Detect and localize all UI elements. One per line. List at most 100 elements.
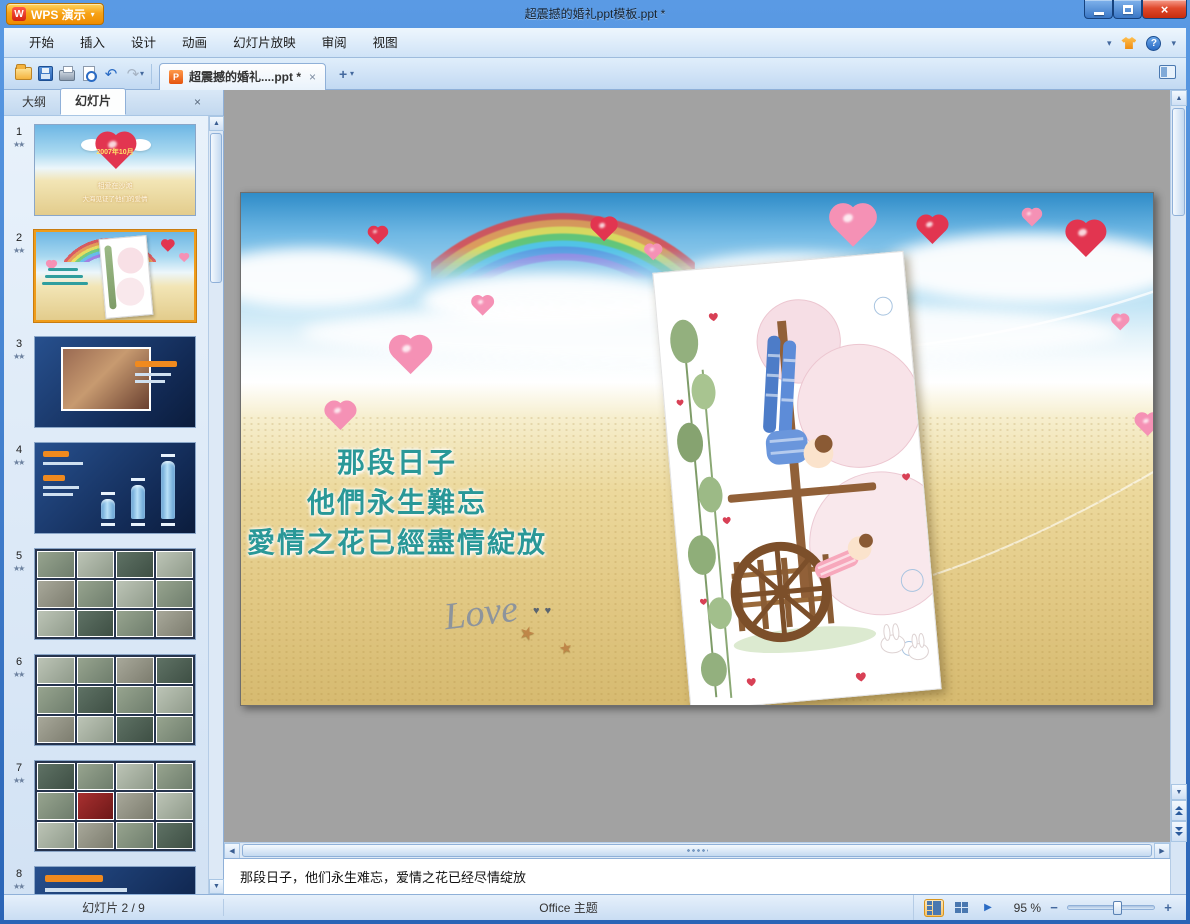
vertical-scrollbar[interactable]: ▲ ▼ [1170, 90, 1186, 842]
zoom-slider[interactable] [1067, 905, 1155, 910]
close-button[interactable]: × [1142, 0, 1187, 19]
animation-star-icon: ★★ [13, 564, 23, 573]
slide-thumbnail-3[interactable]: 3 ★★ [4, 334, 208, 440]
slide-thumbnail-6[interactable]: 6 ★★ [4, 652, 208, 758]
thumb-text-bar [45, 888, 127, 892]
zoom-in-button[interactable]: + [1162, 900, 1174, 915]
slide-thumbnail-8[interactable]: 8 ★★ [4, 864, 208, 894]
slide-sorter-view-button[interactable] [951, 899, 971, 917]
tab-close-icon[interactable]: × [309, 70, 316, 84]
heart-graphic [919, 217, 946, 244]
print-button[interactable] [56, 63, 78, 85]
minimize-icon [1094, 12, 1104, 15]
animation-star-icon: ★★ [13, 140, 23, 149]
undo-history-caret-icon[interactable]: ▾ [140, 69, 144, 78]
slideshow-button[interactable]: ▶ [978, 899, 998, 917]
tab-outline[interactable]: 大纲 [8, 90, 60, 115]
vertical-scrollbar-thumb[interactable] [1172, 108, 1185, 216]
slide-text-line: 愛情之花已經盡情綻放 [247, 523, 547, 563]
tab-slides[interactable]: 幻灯片 [60, 88, 126, 115]
menu-view[interactable]: 视图 [360, 28, 411, 58]
thumb-text-bar [48, 268, 78, 271]
photo-cell [156, 763, 194, 790]
scroll-right-icon[interactable]: ▶ [1154, 843, 1170, 859]
thumb-text-bar [43, 475, 65, 481]
notes-pane[interactable]: 那段日子，他们永生难忘，爱情之花已经尽情绽放 [224, 858, 1170, 894]
menu-animation[interactable]: 动画 [169, 28, 220, 58]
heart-graphic [833, 207, 873, 247]
next-slide-button[interactable] [1171, 821, 1187, 842]
quick-toolbar: ↶ ↷ ▾ P 超震撼的婚礼....ppt * × + ▾ [4, 58, 1186, 90]
slide-thumbnail-image[interactable] [34, 654, 196, 746]
slide-thumbnail-4[interactable]: 4 ★★ [4, 440, 208, 546]
photo-cell [116, 792, 154, 819]
scroll-down-icon[interactable]: ▼ [209, 879, 224, 894]
scroll-left-icon[interactable]: ◀ [224, 843, 240, 859]
heart-graphic [180, 254, 189, 263]
maximize-button[interactable] [1113, 0, 1142, 19]
task-pane-toggle-icon[interactable] [1159, 65, 1176, 79]
scroll-down-icon[interactable]: ▼ [1171, 784, 1187, 800]
slide-thumbnail-image[interactable] [34, 230, 196, 322]
slide-thumbnail-image[interactable] [34, 548, 196, 640]
panel-scrollbar-thumb[interactable] [210, 133, 222, 283]
menu-start[interactable]: 开始 [16, 28, 67, 58]
menu-design[interactable]: 设计 [118, 28, 169, 58]
slide-thumbnail-5[interactable]: 5 ★★ [4, 546, 208, 652]
slide-thumbnail-image[interactable] [34, 760, 196, 852]
menu-slideshow[interactable]: 幻灯片放映 [220, 28, 309, 58]
tiny-hearts-icon: ♥ ♥ [533, 605, 552, 617]
panel-close-icon[interactable]: × [194, 95, 201, 109]
collapse-ribbon-icon[interactable]: ▾ [1107, 38, 1112, 49]
thumb-text-bar [43, 493, 73, 496]
photo-cell [37, 763, 75, 790]
love-script-text[interactable]: Love [442, 587, 521, 640]
slide-thumbnail-image[interactable] [34, 866, 196, 894]
slide-canvas[interactable]: 那段日子 他們永生難忘 愛情之花已經盡情綻放 Love ♥ ♥ ★ ★ [240, 192, 1154, 706]
minimize-button[interactable] [1084, 0, 1113, 19]
panel-scrollbar[interactable]: ▲ ▼ [208, 116, 223, 894]
photo-cell [77, 792, 115, 819]
heart-graphic [162, 240, 173, 251]
zoom-percent: 95 % [1005, 901, 1041, 915]
zoom-slider-thumb[interactable] [1113, 901, 1122, 915]
menu-insert[interactable]: 插入 [67, 28, 118, 58]
slide-number: 6 [16, 656, 22, 668]
save-button[interactable] [34, 63, 56, 85]
slide-title-textbox[interactable]: 那段日子 他們永生難忘 愛情之花已經盡情綻放 [247, 443, 547, 563]
scroll-up-icon[interactable]: ▲ [209, 116, 224, 131]
help-icon[interactable]: ? [1146, 36, 1161, 51]
slide-editing-area[interactable]: 那段日子 他們永生難忘 愛情之花已經盡情綻放 Love ♥ ♥ ★ ★ [224, 90, 1170, 842]
document-tab[interactable]: P 超震撼的婚礼....ppt * × [159, 63, 326, 90]
normal-view-button[interactable] [924, 899, 944, 917]
slide-thumbnail-7[interactable]: 7 ★★ [4, 758, 208, 864]
slide-thumbnail-2[interactable]: 2 ★★ [4, 228, 208, 334]
chart-label [161, 454, 175, 457]
maximize-icon [1123, 5, 1133, 14]
chart-label [131, 523, 145, 526]
heart-graphic [473, 297, 492, 316]
previous-slide-button[interactable] [1171, 800, 1187, 821]
tab-list-caret-icon[interactable]: ▾ [350, 69, 354, 78]
slide-number: 8 [16, 868, 22, 880]
zoom-out-button[interactable]: − [1048, 900, 1060, 915]
play-icon: ▶ [984, 902, 992, 913]
window-controls: × [1084, 0, 1187, 19]
splitter-grip-icon[interactable] [686, 848, 708, 853]
heart-graphic [1069, 223, 1103, 257]
print-preview-button[interactable] [78, 63, 100, 85]
slide-thumbnail-image[interactable] [34, 442, 196, 534]
slide-thumbnail-image[interactable]: 2007年10月 相爱在沙滩 大海见证了他们的爱情 [34, 124, 196, 216]
undo-button[interactable]: ↶ [100, 63, 122, 85]
scroll-up-icon[interactable]: ▲ [1171, 90, 1187, 106]
horizontal-scrollbar[interactable]: ◀ ▶ [224, 842, 1170, 858]
horizontal-scrollbar-thumb[interactable] [242, 844, 1152, 857]
skin-icon[interactable] [1121, 37, 1136, 49]
menu-review[interactable]: 审阅 [309, 28, 360, 58]
thumb-text-bar [135, 380, 165, 383]
open-button[interactable] [12, 63, 34, 85]
chart-label [101, 523, 115, 526]
chevron-down-icon[interactable]: ▾ [1171, 38, 1176, 49]
slide-thumbnail-image[interactable] [34, 336, 196, 428]
slide-thumbnail-1[interactable]: 1 ★★ 2007年10月 相爱在沙滩 大海见证了他们的爱情 [4, 122, 208, 228]
